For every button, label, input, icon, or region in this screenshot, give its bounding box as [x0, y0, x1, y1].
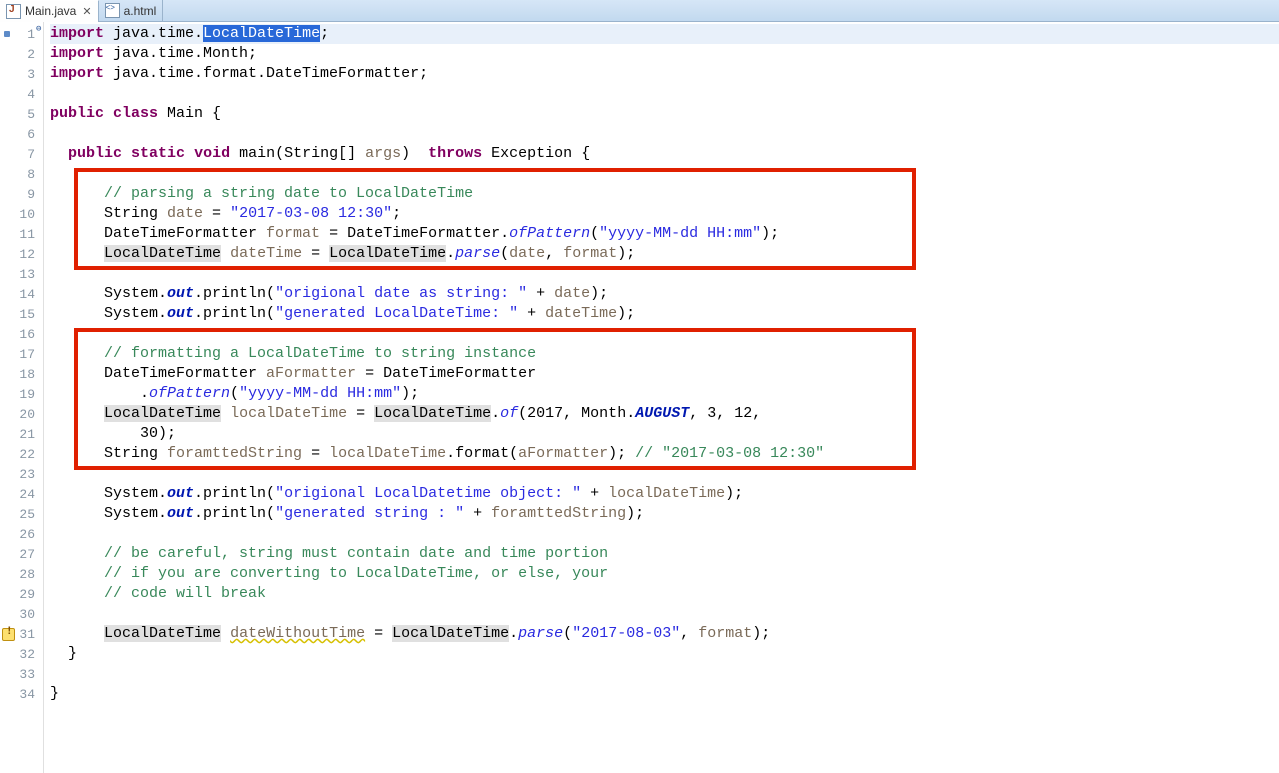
code-line: // parsing a string date to LocalDateTim…	[50, 184, 1279, 204]
editor-area: 1⊖ 2 3 4 5 6 7⊖ 8 9 10 11 12 13 14 15 16…	[0, 22, 1279, 773]
code-line: LocalDateTime dateTime = LocalDateTime.p…	[50, 244, 1279, 264]
code-line: .ofPattern("yyyy-MM-dd HH:mm");	[50, 384, 1279, 404]
code-line: // code will break	[50, 584, 1279, 604]
line-number: 29	[0, 584, 43, 604]
line-number: 17	[0, 344, 43, 364]
line-number: 19	[0, 384, 43, 404]
line-number: 34	[0, 684, 43, 704]
tab-main-java[interactable]: Main.java ✕	[0, 0, 99, 22]
code-line: import java.time.format.DateTimeFormatte…	[50, 64, 1279, 84]
line-number: 30	[0, 604, 43, 624]
line-number: 25	[0, 504, 43, 524]
line-number: 11	[0, 224, 43, 244]
java-file-icon	[6, 4, 21, 19]
code-line	[50, 264, 1279, 284]
warning-icon	[2, 628, 15, 641]
code-line: public class Main {	[50, 104, 1279, 124]
code-line: import java.time.Month;	[50, 44, 1279, 64]
line-number: 12	[0, 244, 43, 264]
code-line: // formatting a LocalDateTime to string …	[50, 344, 1279, 364]
line-number: 10	[0, 204, 43, 224]
line-number: 28	[0, 564, 43, 584]
line-number: 26	[0, 524, 43, 544]
code-line	[50, 124, 1279, 144]
line-number: 16	[0, 324, 43, 344]
code-line: DateTimeFormatter aFormatter = DateTimeF…	[50, 364, 1279, 384]
code-line: System.out.println("generated LocalDateT…	[50, 304, 1279, 324]
code-line: String date = "2017-03-08 12:30";	[50, 204, 1279, 224]
line-number: 31	[0, 624, 43, 644]
line-number: 9	[0, 184, 43, 204]
code-line: System.out.println("origional LocalDatet…	[50, 484, 1279, 504]
code-line	[50, 164, 1279, 184]
code-line: // if you are converting to LocalDateTim…	[50, 564, 1279, 584]
editor-tabbar: Main.java ✕ a.html	[0, 0, 1279, 22]
close-icon[interactable]: ✕	[82, 5, 91, 18]
code-line	[50, 324, 1279, 344]
line-number: 7⊖	[0, 144, 43, 164]
line-number: 14	[0, 284, 43, 304]
code-line	[50, 664, 1279, 684]
line-number: 21	[0, 424, 43, 444]
line-number-gutter: 1⊖ 2 3 4 5 6 7⊖ 8 9 10 11 12 13 14 15 16…	[0, 22, 44, 773]
line-number: 24	[0, 484, 43, 504]
code-line: System.out.println("origional date as st…	[50, 284, 1279, 304]
line-number: 2	[0, 44, 43, 64]
html-file-icon	[105, 3, 120, 18]
line-number: 32	[0, 644, 43, 664]
code-line: import java.time.LocalDateTime;	[50, 24, 1279, 44]
tab-a-html[interactable]: a.html	[99, 0, 164, 22]
line-number: 18	[0, 364, 43, 384]
line-number: 15	[0, 304, 43, 324]
tab-label: a.html	[124, 4, 157, 18]
code-line: }	[50, 684, 1279, 704]
code-line: // be careful, string must contain date …	[50, 544, 1279, 564]
code-line	[50, 604, 1279, 624]
line-number: 8	[0, 164, 43, 184]
code-line	[50, 524, 1279, 544]
line-number: 5	[0, 104, 43, 124]
code-line	[50, 84, 1279, 104]
code-line	[50, 464, 1279, 484]
line-number: 20	[0, 404, 43, 424]
tab-label: Main.java	[25, 4, 76, 18]
line-number: 22	[0, 444, 43, 464]
line-number: 4	[0, 84, 43, 104]
line-number: 33	[0, 664, 43, 684]
line-number: 3	[0, 64, 43, 84]
code-area[interactable]: import java.time.LocalDateTime; import j…	[44, 22, 1279, 773]
code-line: String foramttedString = localDateTime.f…	[50, 444, 1279, 464]
line-number: 23	[0, 464, 43, 484]
line-number: 27	[0, 544, 43, 564]
code-line: LocalDateTime localDateTime = LocalDateT…	[50, 404, 1279, 424]
line-number: 6	[0, 124, 43, 144]
code-line: DateTimeFormatter format = DateTimeForma…	[50, 224, 1279, 244]
code-line: System.out.println("generated string : "…	[50, 504, 1279, 524]
code-line: }	[50, 644, 1279, 664]
code-line: LocalDateTime dateWithoutTime = LocalDat…	[50, 624, 1279, 644]
code-line: public static void main(String[] args) t…	[50, 144, 1279, 164]
line-number: 13	[0, 264, 43, 284]
code-line: 30);	[50, 424, 1279, 444]
